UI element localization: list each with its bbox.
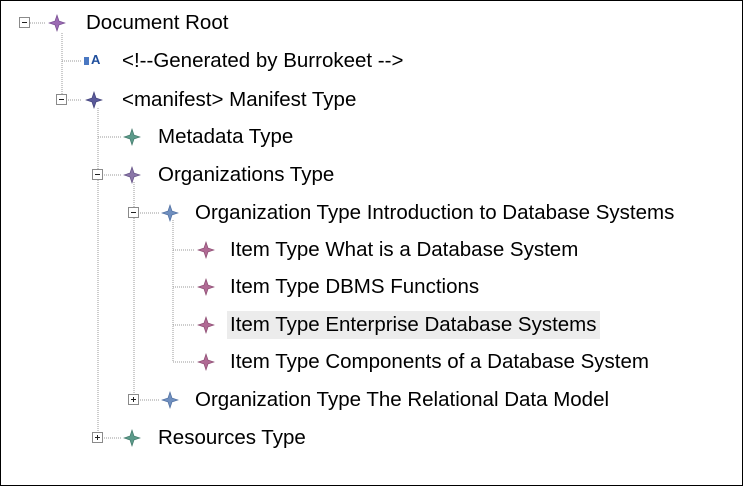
tree-node-label: Item Type DBMS Functions [230,275,480,298]
comment-text-icon: A [84,51,106,67]
tree-node-label: Organizations Type [158,163,335,186]
pink-star-icon [197,316,215,334]
tree-node-label: Document Root [86,11,229,34]
tree-node-label: <manifest> Manifest Type [122,88,357,111]
purple-star-icon [48,14,66,32]
tree-node-organization-relational[interactable]: Organization Type The Relational Data Mo… [192,384,612,416]
collapse-toggle-organizations[interactable] [92,169,103,180]
tree-node-comment[interactable]: <!--Generated by Burrokeet --> [119,45,406,77]
purple-star-icon [123,166,141,184]
tree-node-label: Item Type What is a Database System [230,238,579,261]
pink-star-icon [197,353,215,371]
expand-toggle-resources[interactable] [92,432,103,443]
tree-node-label: <!--Generated by Burrokeet --> [122,49,404,72]
collapse-toggle-organization-intro[interactable] [128,207,139,218]
tree-node-label: Metadata Type [158,125,294,148]
collapse-toggle-document-root[interactable] [19,17,30,28]
tree-node-item-dbms-functions[interactable]: Item Type DBMS Functions [227,271,482,303]
tree-node-resources[interactable]: Resources Type [155,422,309,454]
tree-view: Document Root A <!--Generated by Burroke… [0,0,743,486]
tree-node-metadata[interactable]: Metadata Type [155,121,296,153]
tree-node-label: Item Type Enterprise Database Systems [227,311,600,339]
blue-star-icon [161,204,179,222]
tree-node-label: Item Type Components of a Database Syste… [230,350,649,373]
tree-node-organizations[interactable]: Organizations Type [155,159,337,191]
tree-node-label: Organization Type Introduction to Databa… [195,201,675,224]
tree-node-item-components[interactable]: Item Type Components of a Database Syste… [227,346,652,378]
tree-node-label: Organization Type The Relational Data Mo… [195,388,610,411]
blue-star-icon [161,391,179,409]
pink-star-icon [197,241,215,259]
tree-node-document-root[interactable]: Document Root [83,7,231,39]
pink-star-icon [197,278,215,296]
tree-node-label: Resources Type [158,426,306,449]
tree-node-organization-intro[interactable]: Organization Type Introduction to Databa… [192,197,677,229]
tree-node-item-enterprise[interactable]: Item Type Enterprise Database Systems [227,309,600,341]
green-star-icon [123,429,141,447]
expand-toggle-organization-relational[interactable] [128,394,139,405]
green-star-icon [123,128,141,146]
collapse-toggle-manifest[interactable] [56,94,67,105]
navy-star-icon [85,91,103,109]
tree-node-manifest[interactable]: <manifest> Manifest Type [119,84,359,116]
tree-node-item-what-is[interactable]: Item Type What is a Database System [227,234,581,266]
